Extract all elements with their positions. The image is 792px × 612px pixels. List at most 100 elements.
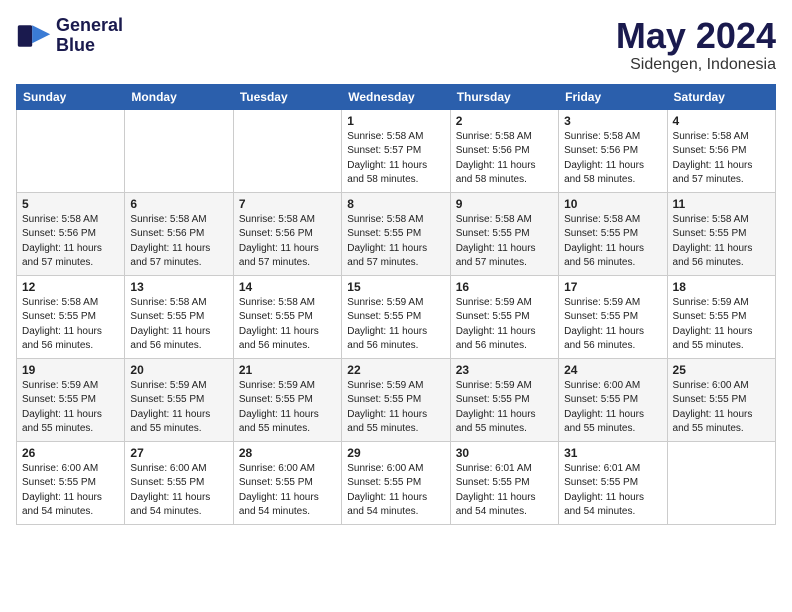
calendar-cell <box>233 109 341 192</box>
calendar-cell: 21 Sunrise: 5:59 AMSunset: 5:55 PMDayligh… <box>233 358 341 441</box>
calendar-cell: 23 Sunrise: 5:59 AMSunset: 5:55 PMDayligh… <box>450 358 558 441</box>
day-info: Sunrise: 5:59 AMSunset: 5:55 PMDaylight:… <box>564 296 661 354</box>
day-number: 20 <box>130 363 227 377</box>
day-info: Sunrise: 6:00 AMSunset: 5:55 PMDaylight:… <box>130 462 227 520</box>
day-number: 21 <box>239 363 336 377</box>
calendar-cell: 12Sunrise: 5:58 AMSunset: 5:55 PMDayligh… <box>17 275 125 358</box>
day-info: Sunrise: 5:59 AMSunset: 5:55 PMDaylight:… <box>456 379 553 437</box>
day-number: 17 <box>564 280 661 294</box>
main-title: May 2024 <box>616 16 776 56</box>
day-info: Sunrise: 6:00 AMSunset: 5:55 PMDaylight:… <box>564 379 661 437</box>
weekday-header-saturday: Saturday <box>667 84 775 109</box>
weekday-header-sunday: Sunday <box>17 84 125 109</box>
day-info: Sunrise: 6:00 AMSunset: 5:55 PMDaylight:… <box>22 462 119 520</box>
day-info: Sunrise: 6:00 AMSunset: 5:55 PMDaylight:… <box>673 379 770 437</box>
logo-text: General Blue <box>56 16 123 56</box>
calendar-cell: 26 Sunrise: 6:00 AMSunset: 5:55 PMDayligh… <box>17 441 125 524</box>
day-number: 3 <box>564 114 661 128</box>
calendar-cell <box>125 109 233 192</box>
logo: General Blue <box>16 16 123 56</box>
calendar-cell: 20Sunrise: 5:59 AMSunset: 5:55 PMDayligh… <box>125 358 233 441</box>
day-info: Sunrise: 5:59 AMSunset: 5:55 PMDaylight:… <box>456 296 553 354</box>
day-info: Sunrise: 5:59 AMSunset: 5:55 PMDaylight:… <box>347 296 444 354</box>
calendar-cell: 29Sunrise: 6:00 AMSunset: 5:55 PMDayligh… <box>342 441 450 524</box>
day-number: 8 <box>347 197 444 211</box>
day-info: Sunrise: 5:58 AMSunset: 5:57 PMDaylight:… <box>347 130 444 188</box>
day-number: 12 <box>22 280 119 294</box>
day-number: 1 <box>347 114 444 128</box>
calendar-cell <box>667 441 775 524</box>
calendar-cell: 9Sunrise: 5:58 AMSunset: 5:55 PMDaylight… <box>450 192 558 275</box>
calendar-cell: 27 Sunrise: 6:00 AMSunset: 5:55 PMDayligh… <box>125 441 233 524</box>
day-number: 13 <box>130 280 227 294</box>
day-number: 11 <box>673 197 770 211</box>
calendar-cell: 10 Sunrise: 5:58 AMSunset: 5:55 PMDayligh… <box>559 192 667 275</box>
weekday-header-monday: Monday <box>125 84 233 109</box>
calendar-cell: 17 Sunrise: 5:59 AMSunset: 5:55 PMDayligh… <box>559 275 667 358</box>
calendar-cell: 8 Sunrise: 5:58 AMSunset: 5:55 PMDaylight… <box>342 192 450 275</box>
day-info: Sunrise: 5:58 AMSunset: 5:55 PMDaylight:… <box>673 213 770 271</box>
day-info: Sunrise: 5:58 AMSunset: 5:55 PMDaylight:… <box>564 213 661 271</box>
weekday-header-row: SundayMondayTuesdayWednesdayThursdayFrid… <box>17 84 776 109</box>
calendar-week-row: 12 Sunrise: 5:58 AMSunset: 5:55 PMDayligh… <box>17 275 776 358</box>
day-number: 30 <box>456 446 553 460</box>
calendar-cell: 4 Sunrise: 5:58 AMSunset: 5:56 PMDaylight… <box>667 109 775 192</box>
day-number: 5 <box>22 197 119 211</box>
day-info: Sunrise: 6:01 AMSunset: 5:55 PMDaylight:… <box>456 462 553 520</box>
calendar-cell: 28Sunrise: 6:00 AMSunset: 5:55 PMDayligh… <box>233 441 341 524</box>
day-number: 10 <box>564 197 661 211</box>
day-number: 29 <box>347 446 444 460</box>
day-info: Sunrise: 5:58 AMSunset: 5:56 PMDaylight:… <box>130 213 227 271</box>
day-number: 23 <box>456 363 553 377</box>
calendar-cell: 31Sunrise: 6:01 AMSunset: 5:55 PMDayligh… <box>559 441 667 524</box>
weekday-header-friday: Friday <box>559 84 667 109</box>
day-info: Sunrise: 5:58 AMSunset: 5:56 PMDaylight:… <box>239 213 336 271</box>
day-number: 19 <box>22 363 119 377</box>
day-number: 22 <box>347 363 444 377</box>
calendar-cell: 3Sunrise: 5:58 AMSunset: 5:56 PMDaylight… <box>559 109 667 192</box>
day-number: 26 <box>22 446 119 460</box>
calendar-cell: 2Sunrise: 5:58 AMSunset: 5:56 PMDaylight… <box>450 109 558 192</box>
day-info: Sunrise: 5:58 AMSunset: 5:56 PMDaylight:… <box>673 130 770 188</box>
day-info: Sunrise: 5:58 AMSunset: 5:55 PMDaylight:… <box>347 213 444 271</box>
day-info: Sunrise: 5:58 AMSunset: 5:55 PMDaylight:… <box>130 296 227 354</box>
logo-line2: Blue <box>56 36 123 56</box>
calendar-cell: 11 Sunrise: 5:58 AMSunset: 5:55 PMDayligh… <box>667 192 775 275</box>
title-block: May 2024 Sidengen, Indonesia <box>616 16 776 74</box>
day-info: Sunrise: 5:58 AMSunset: 5:55 PMDaylight:… <box>456 213 553 271</box>
calendar-cell: 22 Sunrise: 5:59 AMSunset: 5:55 PMDayligh… <box>342 358 450 441</box>
day-number: 25 <box>673 363 770 377</box>
page-container: General Blue May 2024 Sidengen, Indonesi… <box>0 0 792 533</box>
day-number: 28 <box>239 446 336 460</box>
calendar-cell: 24Sunrise: 6:00 AMSunset: 5:55 PMDayligh… <box>559 358 667 441</box>
weekday-header-tuesday: Tuesday <box>233 84 341 109</box>
calendar-week-row: 26 Sunrise: 6:00 AMSunset: 5:55 PMDayligh… <box>17 441 776 524</box>
day-number: 4 <box>673 114 770 128</box>
day-info: Sunrise: 5:58 AMSunset: 5:55 PMDaylight:… <box>239 296 336 354</box>
day-info: Sunrise: 5:59 AMSunset: 5:55 PMDaylight:… <box>239 379 336 437</box>
calendar-cell <box>17 109 125 192</box>
calendar-cell: 6Sunrise: 5:58 AMSunset: 5:56 PMDaylight… <box>125 192 233 275</box>
calendar-cell: 7Sunrise: 5:58 AMSunset: 5:56 PMDaylight… <box>233 192 341 275</box>
day-number: 27 <box>130 446 227 460</box>
weekday-header-wednesday: Wednesday <box>342 84 450 109</box>
logo-icon <box>16 18 52 54</box>
calendar-cell: 5 Sunrise: 5:58 AMSunset: 5:56 PMDaylight… <box>17 192 125 275</box>
calendar-cell: 1 Sunrise: 5:58 AMSunset: 5:57 PMDaylight… <box>342 109 450 192</box>
weekday-header-thursday: Thursday <box>450 84 558 109</box>
day-info: Sunrise: 5:59 AMSunset: 5:55 PMDaylight:… <box>673 296 770 354</box>
day-info: Sunrise: 5:59 AMSunset: 5:55 PMDaylight:… <box>347 379 444 437</box>
calendar-cell: 19Sunrise: 5:59 AMSunset: 5:55 PMDayligh… <box>17 358 125 441</box>
day-info: Sunrise: 5:58 AMSunset: 5:56 PMDaylight:… <box>22 213 119 271</box>
calendar-cell: 25 Sunrise: 6:00 AMSunset: 5:55 PMDayligh… <box>667 358 775 441</box>
calendar-cell: 13 Sunrise: 5:58 AMSunset: 5:55 PMDayligh… <box>125 275 233 358</box>
day-number: 14 <box>239 280 336 294</box>
calendar-week-row: 1 Sunrise: 5:58 AMSunset: 5:57 PMDaylight… <box>17 109 776 192</box>
header: General Blue May 2024 Sidengen, Indonesi… <box>16 16 776 74</box>
day-info: Sunrise: 5:58 AMSunset: 5:56 PMDaylight:… <box>456 130 553 188</box>
logo-line1: General <box>56 16 123 36</box>
calendar-table: SundayMondayTuesdayWednesdayThursdayFrid… <box>16 84 776 525</box>
calendar-week-row: 5 Sunrise: 5:58 AMSunset: 5:56 PMDaylight… <box>17 192 776 275</box>
calendar-cell: 14 Sunrise: 5:58 AMSunset: 5:55 PMDayligh… <box>233 275 341 358</box>
calendar-week-row: 19 Sunrise: 5:59 AMSunset: 5:55 PMDayligh… <box>17 358 776 441</box>
